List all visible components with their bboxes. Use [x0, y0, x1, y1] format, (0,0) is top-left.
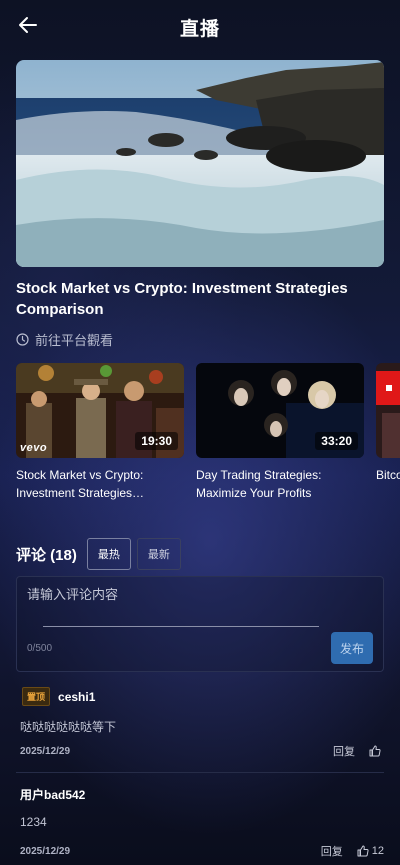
thumbs-up-icon [357, 845, 369, 857]
vevo-badge: vevo [20, 442, 48, 454]
related-video-title: Bitco… Marke… [376, 468, 400, 482]
like-button[interactable] [369, 745, 384, 757]
related-video-thumbnail: 33:20 [196, 363, 364, 458]
related-video-title: Stock Market vs Crypto: Investment Strat… [16, 468, 145, 500]
thumbs-up-icon [369, 745, 381, 757]
comment-footer: 2025/12/29 回复 12 [16, 843, 384, 859]
related-video-card[interactable]: Bitco… Marke… [376, 363, 400, 502]
comment-composer: 0/500 发布 [16, 576, 384, 672]
page-title: 直播 [179, 19, 220, 40]
header: 直播 [0, 0, 400, 52]
char-counter: 0/500 [27, 643, 53, 654]
comments-title: 评论 (18) [16, 546, 77, 564]
comment-user-row: 置顶 ceshi1 [22, 687, 384, 706]
comment-username[interactable]: ceshi1 [58, 690, 95, 704]
input-divider [43, 626, 319, 627]
comment-date: 2025/12/29 [20, 845, 71, 857]
video-title: Stock Market vs Crypto: Investment Strat… [16, 280, 348, 318]
comment-username[interactable]: 用户bad542 [20, 786, 85, 803]
comment-input[interactable] [27, 587, 327, 602]
sort-hot-button[interactable]: 最热 [86, 538, 131, 570]
related-videos: vevo 19:30 Stock Market vs Crypto: Inves… [16, 363, 400, 513]
comment-divider [16, 772, 384, 773]
video-player[interactable] [16, 60, 384, 267]
comment-footer: 2025/12/29 回复 [16, 743, 384, 759]
comment-item: 置顶 ceshi1 哒哒哒哒哒哒等下 2025/12/29 回复 [16, 687, 384, 765]
watch-on-platform-label: 前往平台觀看 [35, 333, 114, 348]
video-duration: 19:30 [135, 432, 178, 450]
comment-text: 哒哒哒哒哒哒等下 [20, 720, 117, 734]
related-video-title: Day Trading Strategies: Maximize Your Pr… [196, 468, 322, 500]
comment-item: 用户bad542 1234 2025/12/29 回复 12 [16, 786, 384, 864]
publish-button[interactable]: 发布 [331, 632, 373, 664]
reply-button[interactable]: 回复 [321, 843, 343, 859]
watch-on-platform-link[interactable]: 前往平台觀看 [16, 330, 113, 349]
related-video-card[interactable]: vevo 19:30 Stock Market vs Crypto: Inves… [16, 363, 184, 502]
like-count: 12 [371, 845, 384, 857]
pinned-badge: 置顶 [22, 687, 51, 706]
comments-header: 评论 (18) 最热 最新 [16, 538, 187, 570]
like-button[interactable]: 12 [357, 845, 384, 857]
related-video-card[interactable]: 33:20 Day Trading Strategies: Maximize Y… [196, 363, 364, 502]
clock-icon [16, 333, 29, 346]
reply-button[interactable]: 回复 [333, 743, 355, 759]
video-duration: 33:20 [315, 432, 358, 450]
sort-new-button[interactable]: 最新 [136, 538, 181, 570]
comment-text: 1234 [20, 815, 47, 829]
related-video-thumbnail [376, 363, 400, 458]
comment-user-row: 用户bad542 [20, 786, 384, 803]
video-thumbnail [16, 60, 384, 267]
comment-date: 2025/12/29 [20, 745, 71, 757]
related-video-thumbnail: vevo 19:30 [16, 363, 184, 458]
thumbnail-image [376, 363, 400, 458]
